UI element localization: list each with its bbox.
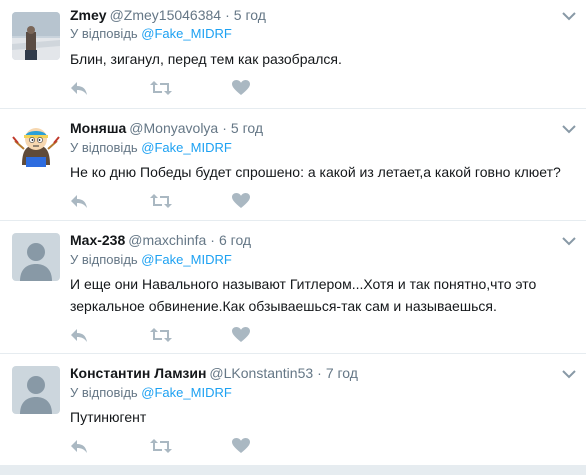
tweet-actions [70,193,270,211]
heart-icon[interactable] [232,438,254,456]
tweet-text-line: Не ко дню Победы будет спрошено: а какой… [70,164,561,180]
user-fullname[interactable]: Моняша [70,120,126,136]
tweet-header: Max-238 @maxchinfa · 6 год [70,231,251,249]
chevron-down-icon[interactable] [562,8,576,21]
tweet-timestamp[interactable]: 5 год [234,7,266,23]
avatar[interactable] [12,366,60,414]
tweet-text: И еще они Навального называют Гитлером..… [70,273,536,317]
reply-mention-link[interactable]: @Fake_MIDRF [141,140,232,155]
tweet-text-line: Блин, зиганул, перед тем как разобрался. [70,51,342,67]
chevron-down-icon[interactable] [562,233,576,246]
tweet-text: Блин, зиганул, перед тем как разобрался. [70,48,342,70]
reply-prefix: У відповідь [70,385,142,400]
tweet-actions [70,438,270,456]
user-handle[interactable]: @maxchinfa [128,232,206,248]
heart-icon[interactable] [232,327,254,345]
tweet-text-line: зеркальное обвинение.Как обзываешься-так… [70,298,497,314]
reply-icon[interactable] [70,80,92,98]
tweet-header: Zmey @Zmey15046384 · 5 год [70,6,266,24]
user-fullname[interactable]: Zmey [70,7,107,23]
retweet-icon[interactable] [150,327,172,345]
separator-dot: · [225,7,230,23]
reply-mention-link[interactable]: @Fake_MIDRF [141,385,232,400]
chevron-down-icon[interactable] [562,121,576,134]
tweet-header: Моняша @Monyavolya · 5 год [70,119,263,137]
tweet-timestamp[interactable]: 6 год [219,232,251,248]
tweet-timestamp[interactable]: 5 год [231,120,263,136]
reply-context: У відповідь @Fake_MIDRF [70,26,232,42]
reply-prefix: У відповідь [70,140,142,155]
tweet-actions [70,80,270,98]
user-fullname[interactable]: Константин Ламзин [70,365,206,381]
separator-dot: · [222,120,227,136]
tweet[interactable]: Моняша @Monyavolya · 5 год У відповідь @Fak… [0,109,586,221]
avatar[interactable] [12,233,60,281]
reply-mention-link[interactable]: @Fake_MIDRF [141,26,232,41]
separator-dot: · [317,365,322,381]
user-handle[interactable]: @Zmey15046384 [110,7,222,23]
retweet-icon[interactable] [150,193,172,211]
reply-prefix: У відповідь [70,252,142,267]
reply-icon[interactable] [70,327,92,345]
reply-context: У відповідь @Fake_MIDRF [70,140,232,156]
user-handle[interactable]: @Monyavolya [129,120,218,136]
reply-context: У відповідь @Fake_MIDRF [70,385,232,401]
tweet-timestamp[interactable]: 7 год [326,365,358,381]
tweet-text: Путинюгент [70,406,146,428]
tweet[interactable]: Max-238 @maxchinfa · 6 год У відповідь @Fak… [0,221,586,354]
avatar[interactable] [12,12,60,60]
reply-feed: Zmey @Zmey15046384 · 5 год У відповідь @Fak… [0,0,586,475]
user-handle[interactable]: @LKonstantin53 [209,365,313,381]
retweet-icon[interactable] [150,438,172,456]
reply-prefix: У відповідь [70,26,142,41]
heart-icon[interactable] [232,193,254,211]
tweet-actions [70,327,270,345]
tweet[interactable]: Zmey @Zmey15046384 · 5 год У відповідь @Fak… [0,0,586,109]
retweet-icon[interactable] [150,80,172,98]
reply-icon[interactable] [70,438,92,456]
tweet-header: Константин Ламзин @LKonstantin53 · 7 год [70,364,358,382]
tweet-text-line: Путинюгент [70,409,147,425]
heart-icon[interactable] [232,80,254,98]
tweet-text-line: И еще они Навального называют Гитлером..… [70,276,537,292]
separator-dot: · [210,232,215,248]
reply-context: У відповідь @Fake_MIDRF [70,252,232,268]
chevron-down-icon[interactable] [562,366,576,379]
user-fullname[interactable]: Max-238 [70,232,125,248]
avatar[interactable] [12,121,60,169]
reply-mention-link[interactable]: @Fake_MIDRF [141,252,232,267]
tweet[interactable]: Константин Ламзин @LKonstantin53 · 7 год У … [0,354,586,466]
feed-bottom-divider [0,466,586,475]
reply-icon[interactable] [70,193,92,211]
tweet-text: Не ко дню Победы будет спрошено: а какой… [70,161,561,183]
